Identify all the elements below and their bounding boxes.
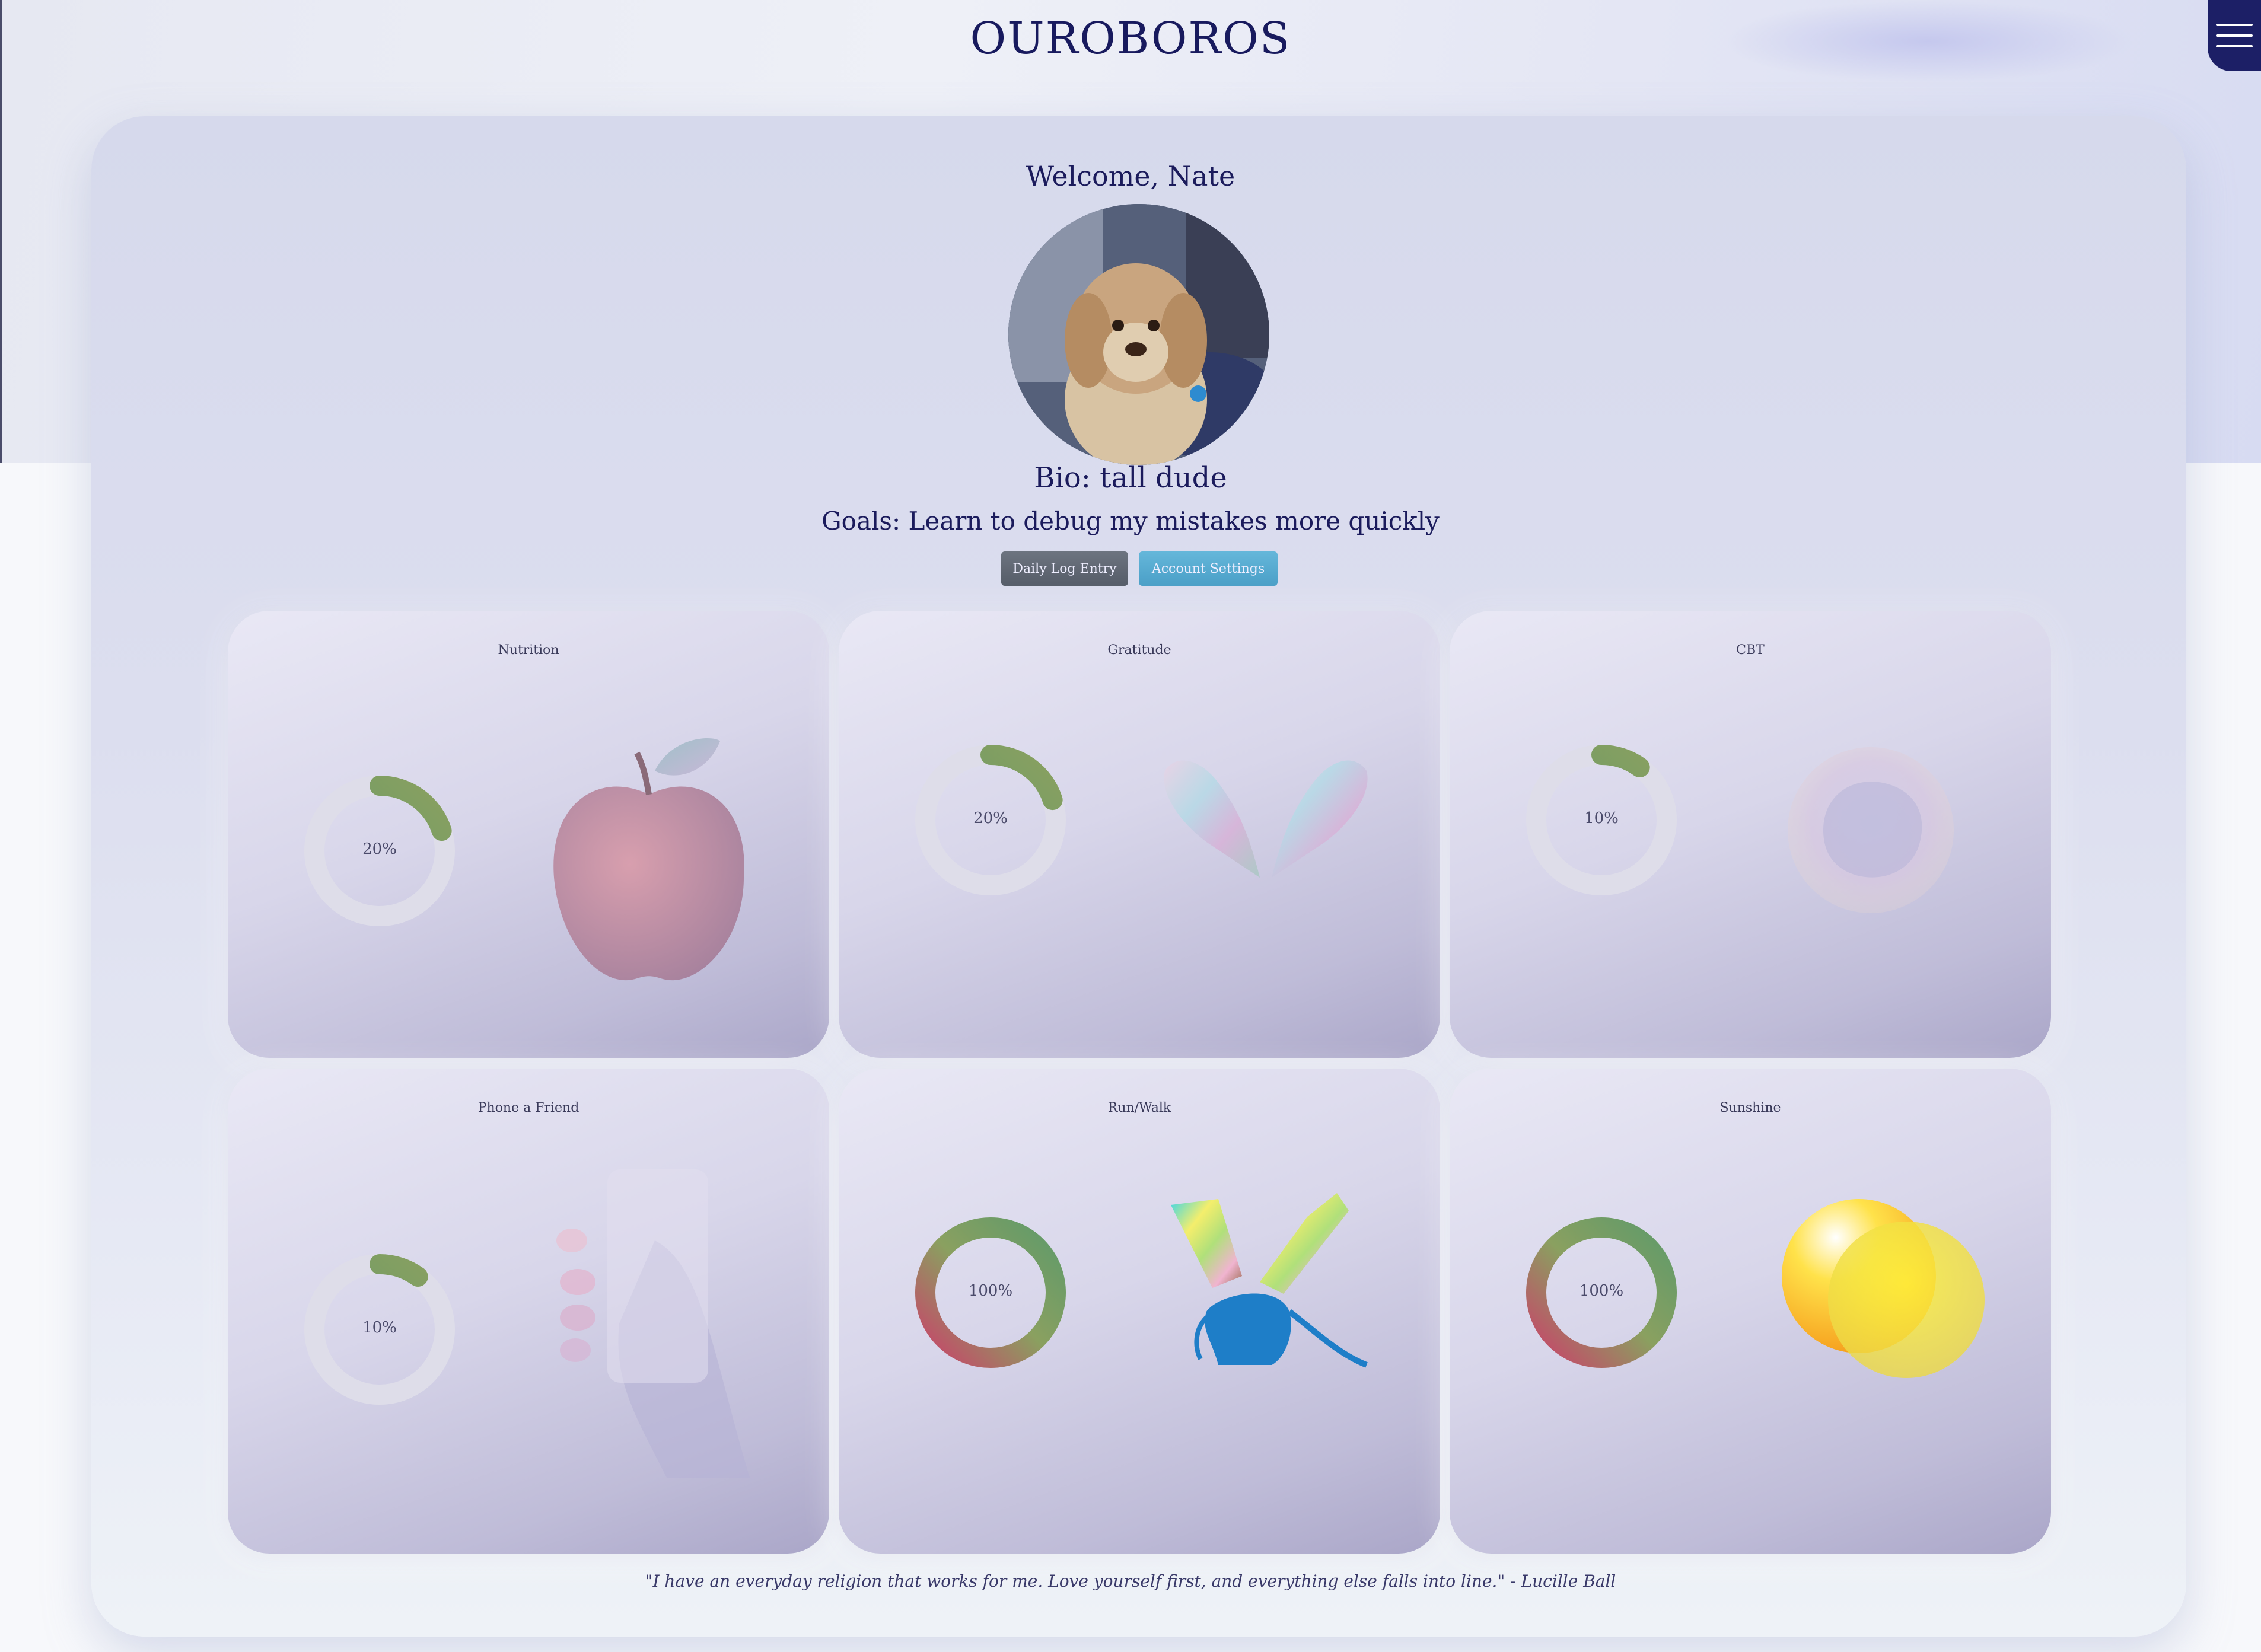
progress-percent: 10%: [362, 1319, 397, 1337]
habit-card-run-walk[interactable]: Run/Walk 100%: [839, 1069, 1440, 1554]
progress-ring: 20%: [297, 768, 463, 934]
progress-percent: 100%: [1579, 1282, 1624, 1300]
hamburger-menu-button[interactable]: [2208, 0, 2261, 71]
inspirational-quote: "I have an everyday religion that works …: [645, 1571, 1616, 1591]
sun-icon: [1782, 1199, 1985, 1378]
heart-hands-icon: [1164, 760, 1368, 878]
hamburger-icon-bar: [2216, 45, 2253, 47]
card-title: Phone a Friend: [477, 1101, 579, 1115]
daily-log-entry-button[interactable]: Daily Log Entry: [1001, 551, 1128, 586]
profile-bio: Bio: tall dude: [1034, 461, 1227, 495]
progress-ring: 20%: [907, 737, 1074, 903]
habit-card-cbt[interactable]: CBT 10%: [1450, 611, 2051, 1058]
progress-ring: 10%: [1518, 737, 1684, 903]
card-title: Sunshine: [1719, 1101, 1781, 1115]
habit-card-nutrition[interactable]: Nutrition 20%: [228, 611, 829, 1058]
left-edge-line: [0, 0, 2, 463]
progress-percent: 10%: [1584, 809, 1619, 827]
avatar: [1008, 204, 1269, 465]
hamburger-icon: [2216, 24, 2253, 26]
card-title: Run/Walk: [1107, 1101, 1171, 1115]
habit-card-phone-a-friend[interactable]: Phone a Friend 10%: [228, 1069, 829, 1554]
dog-photo: [1008, 204, 1269, 465]
runner-icon: [1171, 1193, 1368, 1368]
progress-percent: 20%: [362, 840, 397, 858]
habit-card-sunshine[interactable]: Sunshine 100%: [1450, 1069, 2051, 1554]
progress-percent: 100%: [968, 1282, 1013, 1300]
card-title: Gratitude: [1107, 643, 1171, 658]
profile-goals: Goals: Learn to debug my mistakes more q…: [821, 506, 1440, 535]
progress-percent: 20%: [973, 809, 1008, 827]
hamburger-icon-bar: [2216, 34, 2253, 37]
welcome-heading: Welcome, Nate: [1026, 160, 1235, 192]
account-settings-button[interactable]: Account Settings: [1139, 551, 1278, 586]
progress-ring: 100%: [907, 1210, 1074, 1376]
progress-ring: 100%: [1518, 1210, 1684, 1376]
card-title: CBT: [1736, 643, 1765, 658]
progress-ring: 10%: [297, 1246, 463, 1412]
card-title: Nutrition: [498, 643, 559, 658]
phone-icon: [556, 1169, 750, 1478]
habit-card-gratitude[interactable]: Gratitude 20%: [839, 611, 1440, 1058]
apple-icon: [553, 738, 744, 981]
brain-icon: [1788, 747, 1954, 913]
app-logo[interactable]: OUROBOROS: [0, 13, 2261, 64]
